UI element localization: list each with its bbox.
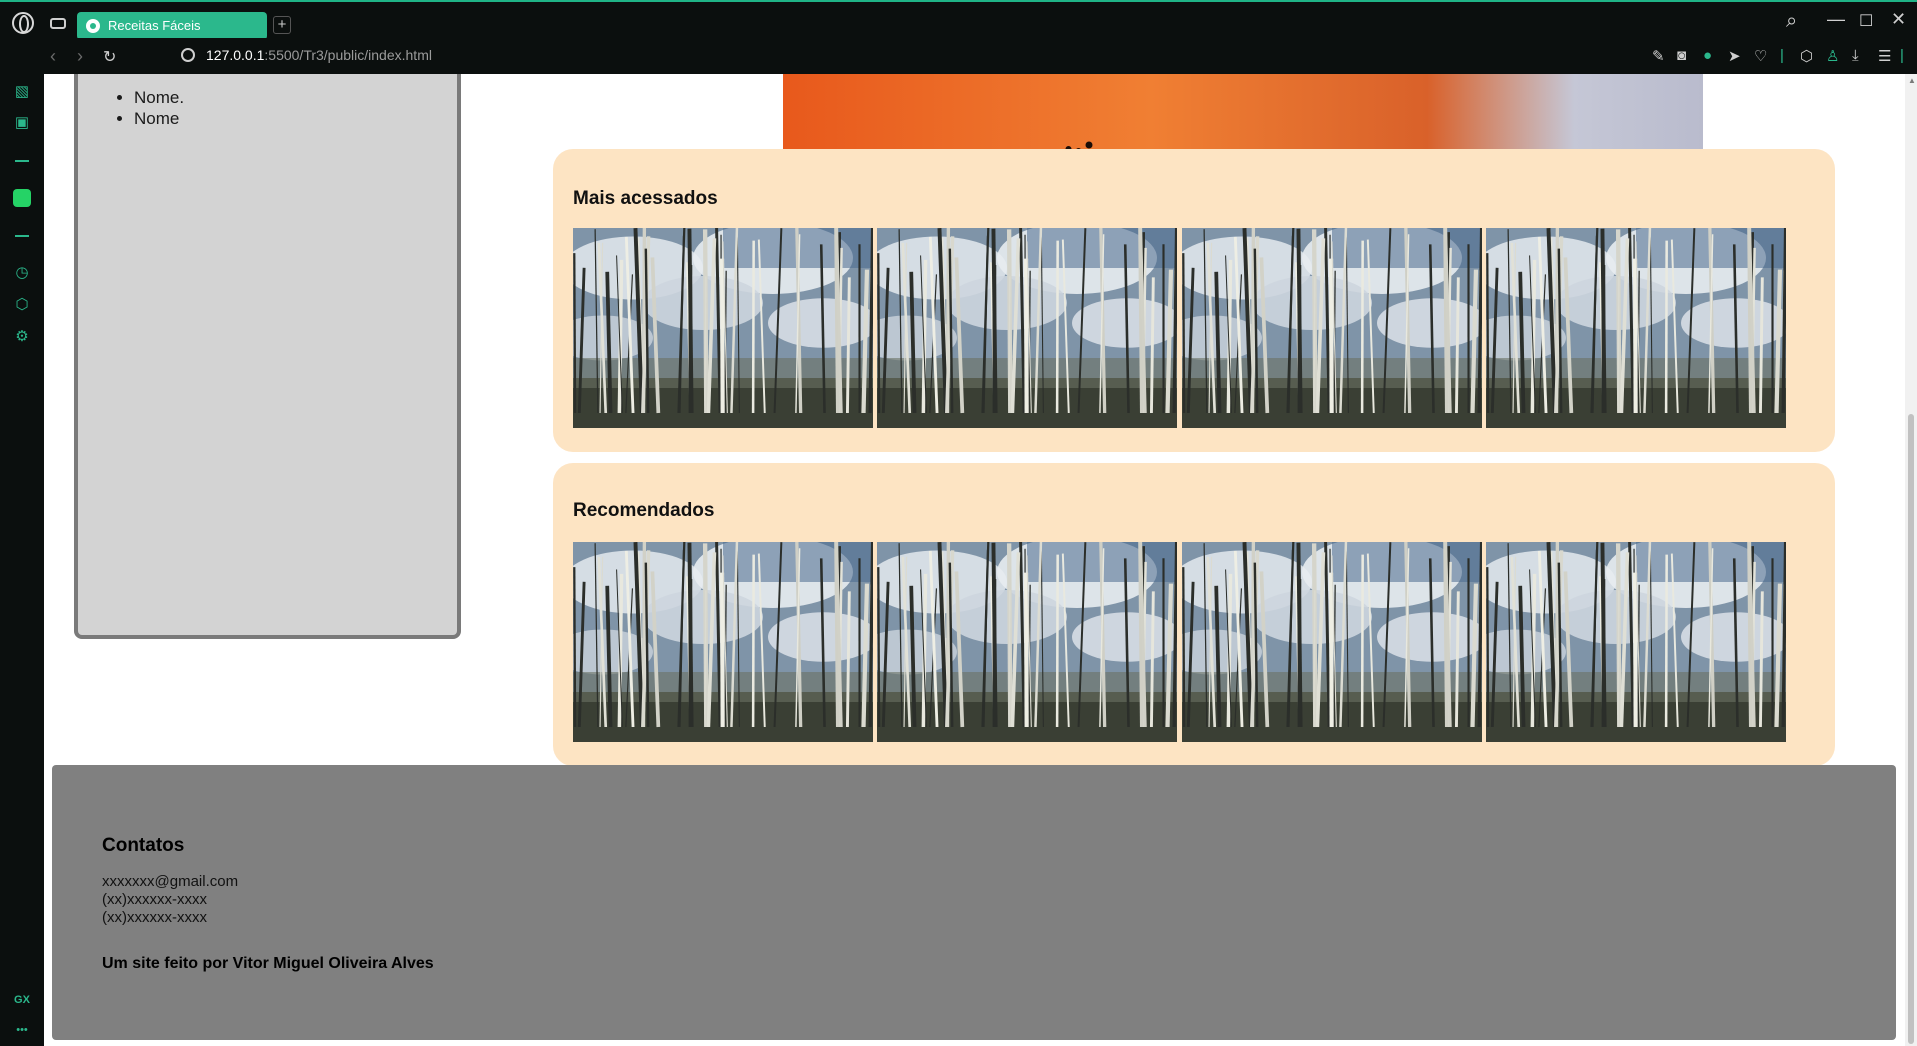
url-host: 127.0.0.1 (206, 47, 265, 63)
tab-title: Receitas Fáceis (108, 18, 201, 33)
gx-label[interactable]: GX (13, 991, 31, 1009)
new-tab-button[interactable]: + (273, 16, 291, 34)
sidebar-divider (15, 160, 29, 162)
recipe-image[interactable] (1182, 542, 1482, 742)
send-icon[interactable]: ➤ (1728, 47, 1741, 65)
recipe-image[interactable] (573, 542, 873, 742)
minimize-icon[interactable]: — (1827, 9, 1845, 30)
sidebar-list: Nome. Nome (134, 87, 184, 129)
site-info-icon[interactable] (181, 48, 195, 62)
close-icon[interactable]: ✕ (1891, 9, 1906, 30)
recipe-image[interactable] (877, 228, 1177, 428)
url-path: :5500/Tr3/public/index.html (264, 47, 432, 63)
browser-titlebar: Receitas Fáceis + ⌕ — ☐ ✕ (0, 0, 1917, 40)
recommended-section: Recomendados (553, 463, 1835, 766)
back-icon[interactable]: ‹ (50, 46, 56, 67)
browser-sidebar: ▧ ▣ ◷ ⬡ ⚙ GX ••• (0, 74, 44, 1046)
profile-icon[interactable]: ♙ (1826, 47, 1839, 65)
reload-icon[interactable]: ↻ (103, 47, 116, 67)
recipe-image[interactable] (877, 542, 1177, 742)
workspace-icon[interactable] (50, 18, 66, 29)
recipe-image[interactable] (1182, 228, 1482, 428)
address-bar: ‹ › ↻ 127.0.0.1:5500/Tr3/public/index.ht… (44, 38, 1917, 74)
sidebar-divider (15, 235, 29, 237)
footer-credit: Um site feito por Vitor Miguel Oliveira … (102, 955, 434, 972)
list-item: Nome (134, 108, 184, 129)
section-title: Recomendados (573, 500, 715, 521)
maximize-icon[interactable]: ☐ (1859, 11, 1873, 31)
divider-icon: | (1780, 47, 1784, 64)
camera-icon[interactable]: ◙ (1677, 47, 1686, 64)
footer-heading: Contatos (102, 835, 185, 856)
recipe-image[interactable] (1486, 542, 1786, 742)
gx-control-icon[interactable]: ▧ (13, 83, 31, 101)
heart-icon[interactable]: ♡ (1754, 47, 1767, 65)
cube-icon[interactable]: ⬡ (1800, 47, 1813, 65)
forward-icon[interactable]: › (77, 46, 83, 67)
sidebar-panel: Nome. Nome (74, 74, 461, 639)
vpn-shield-icon[interactable]: ● (1703, 47, 1712, 64)
url-field[interactable]: 127.0.0.1:5500/Tr3/public/index.html (206, 47, 432, 63)
scrollbar-thumb[interactable] (1908, 414, 1914, 1044)
recipe-image[interactable] (1486, 228, 1786, 428)
contact-email: xxxxxxx@gmail.com (102, 873, 239, 890)
list-item: Nome. (134, 87, 184, 108)
browser-tab-active[interactable]: Receitas Fáceis (77, 12, 267, 40)
history-icon[interactable]: ◷ (13, 264, 31, 282)
section-title: Mais acessados (573, 188, 718, 209)
edit-icon[interactable]: ✎ (1652, 47, 1665, 65)
recipe-image[interactable] (573, 228, 873, 428)
settings-gear-icon[interactable]: ⚙ (13, 328, 31, 346)
contact-phone: (xx)xxxxxx-xxxx (102, 891, 207, 908)
menu-icon[interactable]: ☰ (1878, 47, 1891, 65)
page-scrollbar[interactable]: ▲ (1905, 74, 1917, 1046)
download-icon[interactable]: ⤓ (1852, 47, 1859, 64)
page-footer: Contatos xxxxxxx@gmail.com (xx)xxxxxx-xx… (52, 765, 1896, 1040)
divider-icon: | (1900, 47, 1904, 64)
contact-phone: (xx)xxxxxx-xxxx (102, 909, 207, 926)
opera-logo-icon[interactable] (12, 12, 34, 34)
search-icon[interactable]: ⌕ (1786, 10, 1797, 33)
gx-cleaner-icon[interactable]: ▣ (13, 114, 31, 132)
extensions-icon[interactable]: ⬡ (13, 296, 31, 314)
most-accessed-section: Mais acessados (553, 149, 1835, 452)
tab-favicon-icon (86, 19, 100, 33)
more-icon[interactable]: ••• (13, 1021, 31, 1039)
page-viewport: Nome. Nome Mais acessados Recomendados (44, 74, 1905, 1046)
whatsapp-icon[interactable] (13, 189, 31, 207)
scroll-up-icon[interactable]: ▲ (1908, 76, 1916, 85)
